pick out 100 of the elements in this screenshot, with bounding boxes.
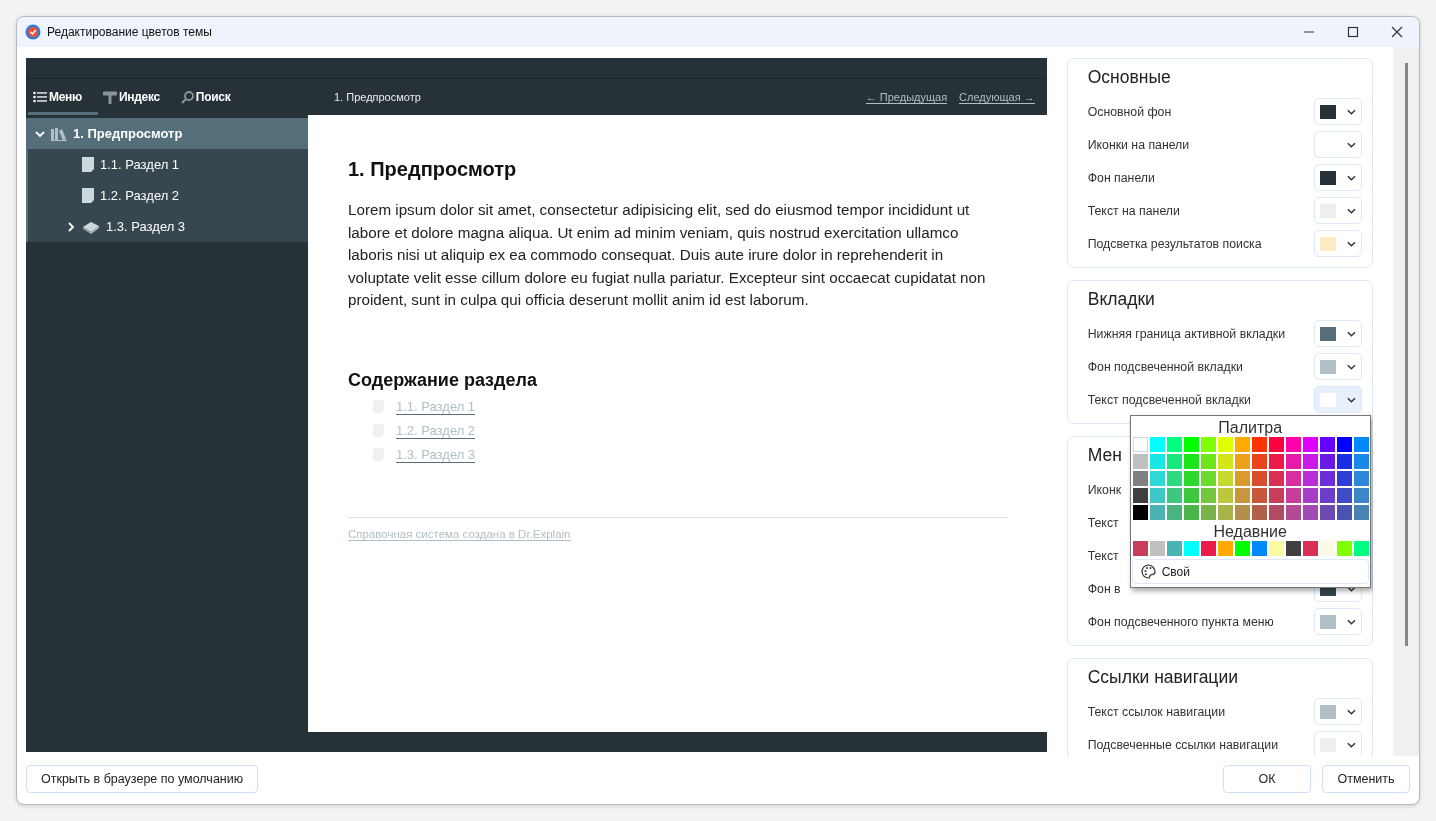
color-picker[interactable] [1314, 164, 1363, 191]
color-cell[interactable] [1217, 488, 1233, 503]
color-cell[interactable] [1166, 541, 1182, 556]
color-cell[interactable] [1302, 437, 1318, 452]
tree-item[interactable]: 1.3. Раздел 3 [28, 211, 308, 242]
open-in-browser-button[interactable]: Открыть в браузере по умолчанию [26, 765, 259, 793]
color-cell[interactable] [1353, 471, 1369, 486]
color-cell[interactable] [1200, 541, 1216, 556]
color-cell[interactable] [1285, 488, 1301, 503]
color-cell[interactable] [1336, 471, 1352, 486]
color-cell[interactable] [1183, 505, 1199, 520]
color-cell[interactable] [1353, 454, 1369, 469]
color-picker[interactable] [1314, 608, 1363, 635]
color-cell[interactable] [1251, 541, 1267, 556]
color-cell[interactable] [1166, 488, 1182, 503]
color-cell[interactable] [1336, 541, 1352, 556]
color-cell[interactable] [1183, 454, 1199, 469]
color-cell[interactable] [1336, 454, 1352, 469]
color-cell[interactable] [1302, 541, 1318, 556]
ok-button[interactable]: ОК [1223, 765, 1311, 793]
previous-link[interactable]: ← Предыдущая [865, 90, 948, 104]
color-cell[interactable] [1132, 454, 1148, 469]
color-cell[interactable] [1251, 505, 1267, 520]
color-cell[interactable] [1319, 437, 1335, 452]
color-cell[interactable] [1166, 454, 1182, 469]
color-cell[interactable] [1353, 437, 1369, 452]
color-cell[interactable] [1132, 488, 1148, 503]
color-picker[interactable] [1314, 230, 1363, 257]
color-picker[interactable] [1314, 353, 1363, 380]
color-cell[interactable] [1285, 505, 1301, 520]
color-cell[interactable] [1302, 454, 1318, 469]
color-picker[interactable] [1314, 320, 1363, 347]
color-cell[interactable] [1234, 541, 1250, 556]
color-cell[interactable] [1200, 505, 1216, 520]
color-cell[interactable] [1217, 505, 1233, 520]
color-cell[interactable] [1183, 488, 1199, 503]
color-cell[interactable] [1234, 454, 1250, 469]
color-cell[interactable] [1268, 488, 1284, 503]
color-cell[interactable] [1302, 505, 1318, 520]
color-picker[interactable] [1314, 731, 1363, 756]
color-cell[interactable] [1353, 488, 1369, 503]
scrollbar[interactable] [1393, 47, 1419, 756]
color-cell[interactable] [1268, 454, 1284, 469]
color-cell[interactable] [1217, 541, 1233, 556]
tab[interactable]: Меню [28, 79, 98, 115]
color-cell[interactable] [1149, 471, 1165, 486]
color-cell[interactable] [1149, 505, 1165, 520]
color-cell[interactable] [1234, 505, 1250, 520]
color-cell[interactable] [1183, 437, 1199, 452]
color-cell[interactable] [1149, 488, 1165, 503]
color-cell[interactable] [1183, 471, 1199, 486]
color-cell[interactable] [1149, 541, 1165, 556]
color-cell[interactable] [1132, 505, 1148, 520]
color-cell[interactable] [1353, 505, 1369, 520]
color-cell[interactable] [1285, 541, 1301, 556]
color-cell[interactable] [1234, 471, 1250, 486]
color-cell[interactable] [1353, 541, 1369, 556]
color-cell[interactable] [1166, 505, 1182, 520]
color-cell[interactable] [1132, 471, 1148, 486]
color-cell[interactable] [1336, 437, 1352, 452]
color-cell[interactable] [1149, 454, 1165, 469]
color-cell[interactable] [1336, 505, 1352, 520]
color-cell[interactable] [1336, 488, 1352, 503]
color-cell[interactable] [1251, 437, 1267, 452]
color-cell[interactable] [1319, 454, 1335, 469]
color-cell[interactable] [1200, 454, 1216, 469]
color-cell[interactable] [1302, 488, 1318, 503]
cancel-button[interactable]: Отменить [1322, 765, 1410, 793]
color-cell[interactable] [1234, 488, 1250, 503]
tree-item[interactable]: 1.2. Раздел 2 [28, 180, 308, 211]
tree-item[interactable]: 1. Предпросмотр [28, 118, 308, 149]
color-cell[interactable] [1268, 437, 1284, 452]
color-cell[interactable] [1183, 541, 1199, 556]
custom-color-button[interactable]: Свой [1131, 559, 1369, 584]
color-cell[interactable] [1319, 488, 1335, 503]
color-cell[interactable] [1285, 454, 1301, 469]
color-cell[interactable] [1302, 471, 1318, 486]
color-cell[interactable] [1217, 454, 1233, 469]
color-cell[interactable] [1251, 454, 1267, 469]
color-cell[interactable] [1166, 471, 1182, 486]
color-picker[interactable] [1314, 698, 1363, 725]
color-cell[interactable] [1132, 437, 1148, 452]
color-cell[interactable] [1285, 437, 1301, 452]
next-link[interactable]: Следующая → [959, 90, 1035, 104]
color-cell[interactable] [1268, 541, 1284, 556]
tab[interactable]: Поиск [175, 79, 247, 115]
tab[interactable]: Индекс [97, 79, 176, 115]
color-cell[interactable] [1234, 437, 1250, 452]
color-cell[interactable] [1319, 541, 1335, 556]
color-cell[interactable] [1200, 488, 1216, 503]
color-cell[interactable] [1319, 471, 1335, 486]
color-cell[interactable] [1251, 488, 1267, 503]
close-icon[interactable] [1391, 26, 1403, 38]
color-cell[interactable] [1217, 471, 1233, 486]
color-cell[interactable] [1319, 505, 1335, 520]
color-cell[interactable] [1285, 471, 1301, 486]
color-cell[interactable] [1251, 471, 1267, 486]
color-cell[interactable] [1132, 541, 1148, 556]
color-cell[interactable] [1268, 471, 1284, 486]
color-cell[interactable] [1166, 437, 1182, 452]
